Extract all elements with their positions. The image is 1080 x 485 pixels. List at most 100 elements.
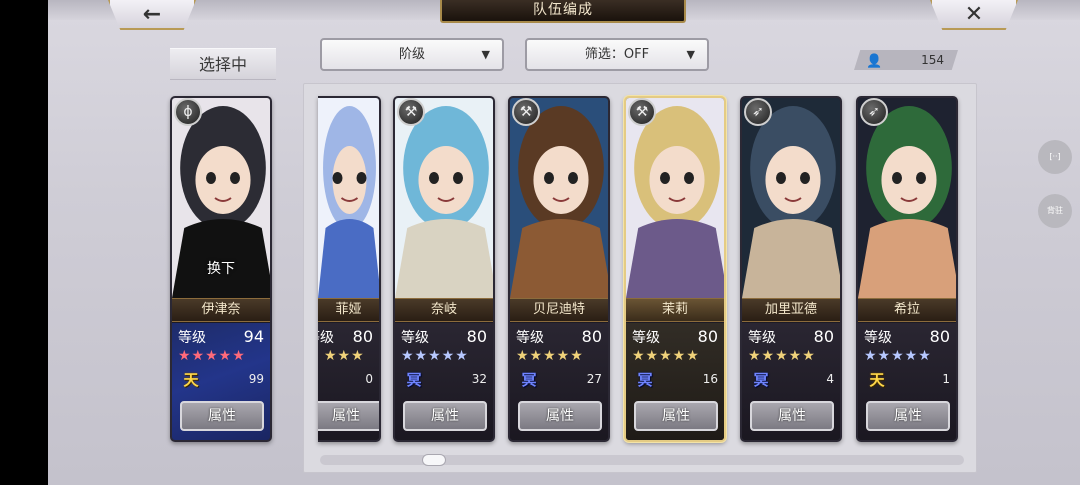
staff-class-icon: ϕ: [174, 98, 202, 126]
character-card[interactable]: ⚒ 茉莉 等级 80 ★★★★★ 冥 16 属性: [624, 96, 726, 442]
attribute-button[interactable]: 属性: [866, 401, 950, 431]
attribute-button[interactable]: 属性: [318, 401, 379, 431]
rank-row: 冥 4: [748, 370, 834, 390]
attribute-button[interactable]: 属性: [180, 401, 264, 431]
rank-count: 0: [365, 372, 373, 386]
level-value: 80: [929, 327, 950, 346]
rank-row: 天 1: [864, 370, 950, 390]
character-name: 贝尼迪特: [510, 298, 608, 322]
character-card[interactable]: ➶ 希拉 等级 80 ★★★★★ 天 1 属性: [856, 96, 958, 442]
rank-row: 0: [324, 370, 373, 390]
character-portrait: [742, 98, 840, 298]
character-card[interactable]: 菲娅 等级 80 ★★★ 0 属性: [318, 96, 381, 442]
unit-count: 👤 154: [854, 50, 958, 70]
character-card[interactable]: ϕ 伊津奈 等级 94 ★★★★★ 天 99 属性 换下: [170, 96, 272, 442]
portrait-frame: [318, 98, 379, 298]
attribute-button[interactable]: 属性: [403, 401, 487, 431]
bow-class-icon: ➶: [860, 98, 888, 126]
character-name: 菲娅: [318, 298, 379, 322]
selected-label: 选择中: [170, 48, 276, 80]
level-label: 等级: [178, 330, 206, 346]
chevron-down-icon: ▼: [686, 48, 695, 61]
portrait-frame: [395, 98, 493, 298]
level-value: 80: [352, 327, 373, 346]
rank-count: 4: [826, 372, 834, 386]
character-info: 等级 80 ★★★★★ 冥 16 属性: [626, 323, 724, 440]
portrait-frame: [510, 98, 608, 298]
chevron-down-icon: ▼: [481, 48, 490, 61]
level-value: 80: [697, 327, 718, 346]
character-card[interactable]: ⚒ 贝尼迪特 等级 80 ★★★★★ 冥 27 属性: [508, 96, 610, 442]
character-info: 等级 80 ★★★★★ 天 1 属性: [858, 323, 956, 440]
rarity-stars: ★★★★★: [632, 348, 700, 364]
level-value: 80: [813, 327, 834, 346]
rank-count: 1: [942, 372, 950, 386]
level-value: 80: [466, 327, 487, 346]
character-name: 奈岐: [395, 298, 493, 322]
character-portrait: [395, 98, 493, 298]
axe-class-icon: ⚒: [397, 98, 425, 126]
character-name: 希拉: [858, 298, 956, 322]
bracket-icon: [··]: [1049, 152, 1061, 161]
attribute-button[interactable]: 属性: [750, 401, 834, 431]
rank-dropdown[interactable]: 阶级 ▼: [320, 38, 504, 71]
roster-scrollbar[interactable]: [320, 455, 964, 465]
close-button[interactable]: ✕: [930, 0, 1018, 30]
portrait-frame: [858, 98, 956, 298]
level-row: 等级 80: [748, 327, 834, 347]
portrait-frame: [626, 98, 724, 298]
attribute-button[interactable]: 属性: [634, 401, 718, 431]
level-label: 等级: [864, 330, 892, 346]
rank-badge: 天: [869, 371, 885, 389]
rank-count: 32: [471, 372, 487, 386]
character-portrait: [626, 98, 724, 298]
back-button[interactable]: ←: [108, 0, 196, 30]
character-info: 等级 80 ★★★ 0 属性: [318, 323, 379, 440]
rank-count: 16: [702, 372, 718, 386]
level-row: 等级 94: [178, 327, 264, 347]
rarity-stars: ★★★★★: [748, 348, 816, 364]
level-label: 等级: [318, 330, 334, 346]
attribute-button[interactable]: 属性: [518, 401, 602, 431]
level-label: 等级: [748, 330, 776, 346]
character-card[interactable]: ⚒ 奈岐 等级 80 ★★★★★ 冥 32 属性: [393, 96, 495, 442]
level-row: 等级 80: [632, 327, 718, 347]
level-label: 等级: [632, 330, 660, 346]
person-icon: 👤: [866, 54, 883, 69]
rarity-stars: ★★★★★: [401, 348, 469, 364]
character-info: 等级 80 ★★★★★ 冥 27 属性: [510, 323, 608, 440]
level-row: 等级 80: [864, 327, 950, 347]
character-name: 茉莉: [626, 298, 724, 322]
filter-dropdown-label: 筛选：OFF: [584, 47, 650, 62]
level-value: 94: [243, 327, 264, 346]
swap-out-label: 换下: [207, 261, 235, 277]
character-portrait: [510, 98, 608, 298]
level-label: 等级: [401, 330, 429, 346]
character-info: 等级 80 ★★★★★ 冥 32 属性: [395, 323, 493, 440]
filter-dropdown[interactable]: 筛选：OFF ▼: [525, 38, 709, 71]
rank-row: 天 99: [178, 370, 264, 390]
rarity-stars: ★★★: [324, 348, 365, 364]
axe-class-icon: ⚒: [512, 98, 540, 126]
screenshot-button[interactable]: [··]: [1038, 140, 1072, 174]
rank-count: 99: [248, 372, 264, 386]
rank-row: 冥 27: [516, 370, 602, 390]
game-screen: ← 队伍编成 ✕ 选择中 阶级 ▼ 筛选：OFF ▼ 👤 154 [··] 背驻…: [48, 0, 1080, 485]
close-icon: ✕: [964, 1, 984, 27]
rank-badge: 冥: [753, 371, 769, 389]
rank-badge: 冥: [521, 371, 537, 389]
rank-badge: 冥: [406, 371, 422, 389]
roster-scroll-thumb[interactable]: [422, 454, 446, 466]
portrait-frame: [742, 98, 840, 298]
character-portrait: [318, 98, 379, 298]
axe-class-icon: ⚒: [628, 98, 656, 126]
character-card[interactable]: ➶ 加里亚德 等级 80 ★★★★★ 冥 4 属性: [740, 96, 842, 442]
rarity-stars: ★★★★★: [516, 348, 584, 364]
rarity-stars: ★★★★★: [864, 348, 932, 364]
character-portrait: [858, 98, 956, 298]
character-info: 等级 80 ★★★★★ 冥 4 属性: [742, 323, 840, 440]
side-action-button[interactable]: 背驻: [1038, 194, 1072, 228]
unit-count-value: 154: [921, 53, 944, 67]
rank-count: 27: [586, 372, 602, 386]
character-name: 伊津奈: [172, 298, 270, 322]
